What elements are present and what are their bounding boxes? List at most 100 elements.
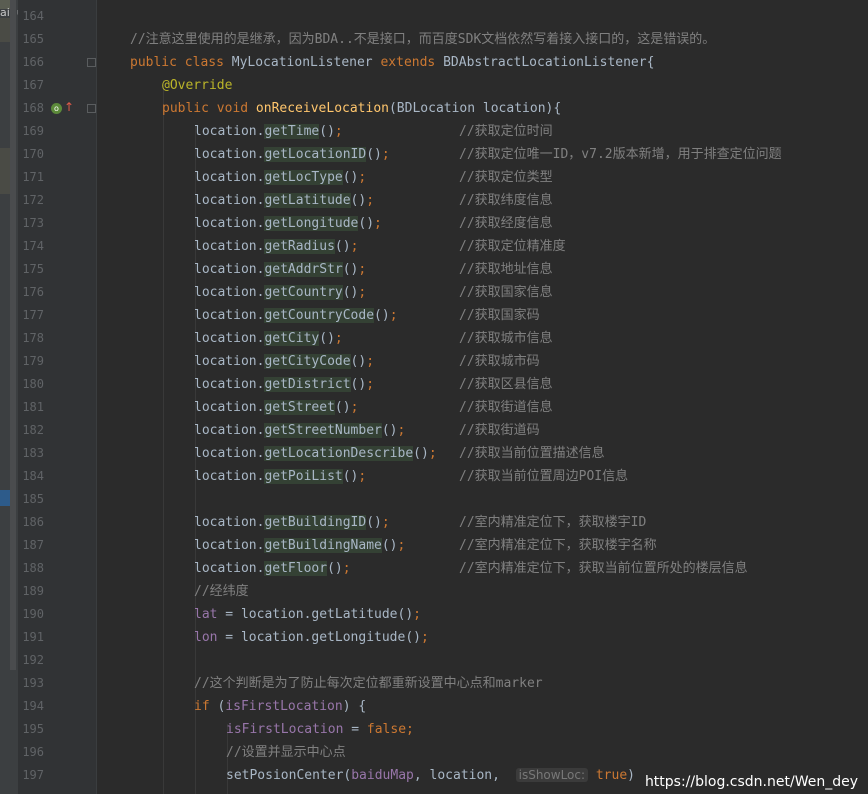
override-icon[interactable]: o bbox=[51, 103, 62, 114]
vertical-scrollbar[interactable] bbox=[10, 0, 16, 670]
object-ref: location. bbox=[194, 170, 265, 185]
parens: () bbox=[342, 285, 359, 300]
line-number: 165 bbox=[22, 32, 44, 46]
method-call: getLongitude bbox=[264, 216, 359, 231]
semicolon: ; bbox=[358, 262, 367, 277]
object-ref: location. bbox=[194, 561, 265, 576]
code-editor[interactable]: 164 165 //注意这里使用的是继承，因为BDA..不是接口，而百度SDK文… bbox=[22, 0, 868, 794]
fold-icon[interactable] bbox=[87, 104, 96, 113]
field-ref: isFirstLocation bbox=[226, 722, 344, 737]
semicolon: ; bbox=[334, 124, 343, 139]
code-line: 193 //这个判断是为了防止每次定位都重新设置中心点和marker bbox=[22, 672, 868, 695]
keyword: public void bbox=[162, 101, 249, 116]
line-number: 188 bbox=[22, 561, 44, 575]
semicolon: ; bbox=[350, 239, 359, 254]
semicolon: ; bbox=[428, 446, 437, 461]
line-number: 185 bbox=[22, 492, 44, 506]
code-line: 180 location.getDistrict(); //获取区县信息 bbox=[22, 373, 868, 396]
line-number: 174 bbox=[22, 239, 44, 253]
comment: //获取经度信息 bbox=[459, 216, 553, 231]
field-ref: isFirstLocation bbox=[225, 699, 343, 714]
implements-arrow-icon[interactable]: ↑ bbox=[64, 100, 74, 114]
code-line: 176 location.getCountry(); //获取国家信息 bbox=[22, 281, 868, 304]
comment: //获取地址信息 bbox=[459, 262, 553, 277]
code-line: 167 @Override bbox=[22, 74, 868, 97]
code-line: 190 lat = location.getLatitude(); bbox=[22, 603, 868, 626]
code-line: 181 location.getStreet(); //获取街道信息 bbox=[22, 396, 868, 419]
comment: //获取城市信息 bbox=[459, 331, 553, 346]
parens: () bbox=[319, 124, 335, 139]
method-call: getRadius bbox=[264, 239, 335, 254]
code-line: 173 location.getLongitude(); //获取经度信息 bbox=[22, 212, 868, 235]
annotation: @Override bbox=[162, 78, 233, 93]
comment: //注意这里使用的是继承，因为BDA..不是接口，而百度SDK文档依然写着接入接… bbox=[130, 32, 716, 47]
object-ref: location. bbox=[194, 423, 265, 438]
method-call: getBuildingName bbox=[264, 538, 382, 553]
comment: //获取定位唯一ID，v7.2版本新增，用于排查定位问题 bbox=[459, 147, 782, 162]
method-call: getLatitude bbox=[264, 193, 351, 208]
parens: () bbox=[342, 469, 359, 484]
parens: () bbox=[350, 354, 367, 369]
expression: setPosionCenter( bbox=[226, 768, 352, 783]
project-tool-strip[interactable]: aidu bbox=[0, 0, 24, 794]
method-call: getCountry bbox=[264, 285, 343, 300]
semicolon: ; bbox=[366, 377, 375, 392]
code-line: 164 bbox=[22, 5, 868, 28]
object-ref: location. bbox=[194, 538, 265, 553]
object-ref: location. bbox=[194, 147, 265, 162]
fold-icon[interactable] bbox=[87, 58, 96, 67]
line-number: 164 bbox=[22, 9, 44, 23]
method-call: getLocationDescribe bbox=[264, 446, 414, 461]
comment: //经纬度 bbox=[194, 584, 249, 599]
parens: () bbox=[319, 331, 335, 346]
parens: () bbox=[381, 538, 398, 553]
line-number: 175 bbox=[22, 262, 44, 276]
line-number: 166 bbox=[22, 55, 44, 69]
parens: () bbox=[342, 170, 359, 185]
comment: //获取街道码 bbox=[459, 423, 540, 438]
code-line: 191 lon = location.getLongitude(); bbox=[22, 626, 868, 649]
code-line: 184 location.getPoiList(); //获取当前位置周边POI… bbox=[22, 465, 868, 488]
parens: () bbox=[366, 515, 382, 530]
keyword: public class bbox=[130, 55, 224, 70]
base-class: BDAbstractLocationListener{ bbox=[443, 55, 655, 70]
code-line: 178 location.getCity(); //获取城市信息 bbox=[22, 327, 868, 350]
expression: = bbox=[343, 722, 367, 737]
semicolon: ; bbox=[413, 607, 421, 622]
semicolon: ; bbox=[397, 423, 406, 438]
line-number: 179 bbox=[22, 354, 44, 368]
line-number: 173 bbox=[22, 216, 44, 230]
comment: //获取定位精准度 bbox=[459, 239, 566, 254]
method-call: getDistrict bbox=[264, 377, 351, 392]
line-number: 169 bbox=[22, 124, 44, 138]
expression: , location, bbox=[413, 768, 508, 783]
code-line: 177 location.getCountryCode(); //获取国家码 bbox=[22, 304, 868, 327]
line-number: 197 bbox=[22, 768, 44, 782]
field-ref: lat bbox=[194, 607, 218, 622]
method-call: getTime bbox=[264, 124, 320, 139]
class-name: MyLocationListener bbox=[231, 55, 373, 70]
keyword: if bbox=[194, 699, 210, 714]
code-line: 182 location.getStreetNumber(); //获取街道码 bbox=[22, 419, 868, 442]
semicolon: ; bbox=[350, 400, 359, 415]
parens: () bbox=[358, 216, 375, 231]
method-call: getCountryCode bbox=[264, 308, 375, 323]
code-line: 183 location.getLocationDescribe(); //获取… bbox=[22, 442, 868, 465]
line-number: 193 bbox=[22, 676, 44, 690]
object-ref: location. bbox=[194, 193, 265, 208]
code-line: 168 o ↑ public void onReceiveLocation(BD… bbox=[22, 97, 868, 120]
parens: () bbox=[334, 400, 351, 415]
code-line: 194 if (isFirstLocation) { bbox=[22, 695, 868, 718]
method-call: getFloor bbox=[264, 561, 328, 576]
object-ref: location. bbox=[194, 331, 265, 346]
object-ref: location. bbox=[194, 308, 265, 323]
line-number: 196 bbox=[22, 745, 44, 759]
semicolon: ; bbox=[366, 354, 375, 369]
line-number: 168 bbox=[22, 101, 44, 115]
method-params: (BDLocation location){ bbox=[388, 101, 562, 116]
parens: () bbox=[350, 193, 367, 208]
line-number: 178 bbox=[22, 331, 44, 345]
semicolon: ; bbox=[381, 147, 390, 162]
line-number: 189 bbox=[22, 584, 44, 598]
code-line: 169 location.getTime(); //获取定位时间 bbox=[22, 120, 868, 143]
